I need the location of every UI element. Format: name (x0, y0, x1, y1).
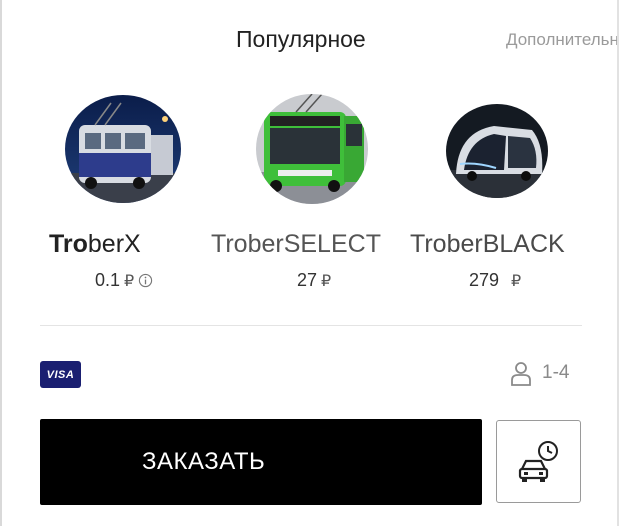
section-divider (40, 325, 582, 326)
tariff-name: TroberX (49, 230, 141, 258)
tariff-card-troberx[interactable]: TroberX 0.1 ₽ (17, 92, 197, 302)
right-edge-divider (617, 0, 619, 526)
payment-method-visa[interactable]: VISA (40, 361, 81, 388)
tariff-card-troberselect[interactable]: TroberSELECT 27 ₽ (211, 92, 403, 302)
tab-additional[interactable]: Дополнительно (506, 30, 617, 50)
green-trolleybus-image (256, 94, 368, 204)
tab-popular[interactable]: Популярное (236, 26, 366, 53)
tariff-price: 27 ₽ (297, 270, 332, 290)
order-button-label: ЗАКАЗАТЬ (142, 448, 266, 475)
order-button[interactable]: ЗАКАЗАТЬ (40, 419, 482, 505)
seats-selector[interactable]: 1-4 (510, 360, 569, 386)
schedule-ride-button[interactable] (496, 420, 581, 503)
futuristic-bus-image (446, 104, 548, 198)
tariff-name: TroberBLACK (410, 230, 565, 258)
tariff-price: 0.1 ₽ (95, 270, 153, 291)
info-circle-icon[interactable] (138, 273, 153, 288)
car-clock-icon (518, 441, 558, 482)
tariff-price: 279 ₽ (469, 270, 522, 290)
visa-card-icon: VISA (46, 368, 75, 381)
left-edge-divider (0, 0, 2, 526)
seats-count: 1-4 (542, 362, 570, 383)
vintage-trolleybus-image (65, 95, 181, 203)
tariff-name: TroberSELECT (211, 230, 381, 258)
person-icon (511, 362, 531, 386)
tariff-card-troberblack[interactable]: TroberBLACK 279 ₽ (404, 92, 584, 302)
